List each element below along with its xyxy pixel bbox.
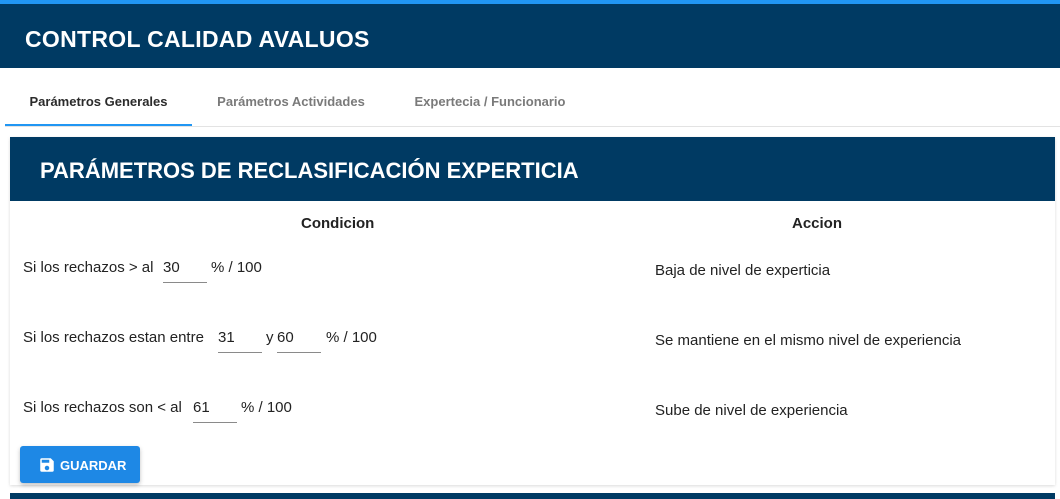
condition-suffix: % / 100 [326, 329, 377, 346]
condition-suffix: % / 100 [241, 399, 292, 416]
column-header-accion: Accion [792, 215, 843, 232]
guardar-button[interactable]: GUARDAR [20, 446, 140, 483]
app-title: CONTROL CALIDAD AVALUOS [25, 26, 370, 52]
tab-parametros-actividades[interactable]: Parámetros Actividades [192, 80, 390, 126]
guardar-label: GUARDAR [60, 458, 127, 473]
tab-expertecia-funcionario[interactable]: Expertecia / Funcionario [390, 80, 590, 126]
threshold-greater-input[interactable] [163, 253, 207, 283]
range-max-input[interactable] [277, 323, 321, 353]
column-header-condicion: Condicion [301, 215, 375, 232]
condition-prefix: Si los rechazos > al [23, 259, 154, 276]
floppy-disk-icon [40, 458, 54, 472]
accion-row-2: Se mantiene en el mismo nivel de experie… [655, 332, 961, 349]
condition-prefix: Si los rechazos son < al [23, 399, 182, 416]
range-min-input[interactable] [218, 323, 262, 353]
condition-row-1: Si los rechazos > al % / 100 [23, 253, 623, 293]
next-panel-header-edge [10, 493, 1055, 499]
condition-row-3: Si los rechazos son < al % / 100 [23, 393, 623, 433]
accion-row-1: Baja de nivel de experticia [655, 262, 831, 279]
threshold-less-input[interactable] [193, 393, 237, 423]
condition-row-2: Si los rechazos estan entre y % / 100 [23, 323, 623, 363]
panel-header: PARÁMETROS DE RECLASIFICACIÓN EXPERTICIA [10, 137, 1055, 201]
reclasificacion-panel: PARÁMETROS DE RECLASIFICACIÓN EXPERTICIA… [10, 137, 1055, 485]
accion-row-3: Sube de nivel de experiencia [655, 402, 848, 419]
range-connector: y [266, 329, 274, 346]
app-header: CONTROL CALIDAD AVALUOS [0, 0, 1060, 68]
condition-suffix: % / 100 [211, 259, 262, 276]
tab-parametros-generales[interactable]: Parámetros Generales [5, 80, 192, 126]
panel-title: PARÁMETROS DE RECLASIFICACIÓN EXPERTICIA [40, 158, 579, 183]
condition-prefix: Si los rechazos estan entre [23, 329, 204, 346]
tab-bar: Parámetros Generales Parámetros Activida… [5, 80, 1060, 127]
